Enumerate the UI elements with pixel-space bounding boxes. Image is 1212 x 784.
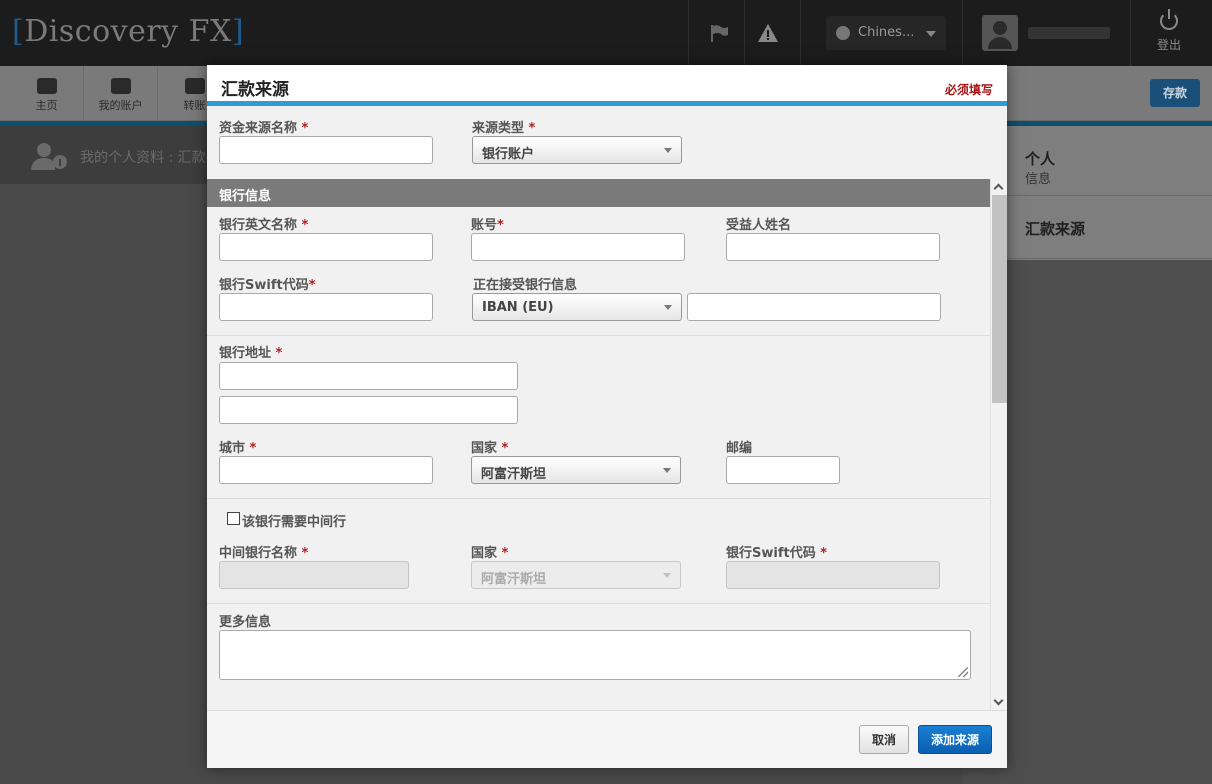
right-panel-personal[interactable]: 个人 信息 bbox=[1007, 136, 1212, 196]
swift-label: 银行Swift代码* bbox=[219, 278, 316, 293]
chevron-down-icon[interactable] bbox=[993, 695, 1004, 706]
bank-info-header: 银行信息 bbox=[207, 179, 990, 207]
intermediary-name-label: 中间银行名称 * bbox=[219, 546, 309, 561]
top-bar: [Discovery FX] Chines... 登出 bbox=[0, 0, 1212, 66]
divider bbox=[744, 0, 745, 66]
divider bbox=[207, 603, 990, 604]
power-icon bbox=[1160, 9, 1178, 30]
profile-bar: 我的个人资料 : 汇款来源 bbox=[0, 126, 234, 184]
city-input[interactable] bbox=[219, 456, 433, 484]
modal-header: 汇款来源 必须填写 bbox=[207, 65, 1007, 106]
cancel-button[interactable]: 取消 bbox=[859, 725, 909, 754]
divider bbox=[1130, 0, 1131, 66]
remittance-source-modal: 汇款来源 必须填写 资金来源名称 * 来源类型 * 银行账户 银行信息 银行英文… bbox=[207, 65, 1007, 768]
divider bbox=[800, 0, 801, 66]
source-section: 资金来源名称 * 来源类型 * 银行账户 bbox=[207, 111, 1007, 179]
receiving-info-select[interactable]: IBAN (EU) bbox=[472, 293, 682, 321]
intermediary-swift-input[interactable] bbox=[726, 561, 940, 589]
beneficiary-label: 受益人姓名 bbox=[726, 218, 792, 233]
intermediary-swift-label: 银行Swift代码 * bbox=[726, 546, 828, 561]
resize-grip-icon[interactable] bbox=[958, 667, 968, 677]
more-info-textarea[interactable] bbox=[219, 630, 971, 680]
bank-info-scroll-area[interactable]: 银行信息 银行英文名称 * 账号* 受益人姓名 银行Swift代码* 正在接受银… bbox=[207, 179, 1007, 710]
chevron-up-icon[interactable] bbox=[993, 183, 1004, 194]
account-number-input[interactable] bbox=[471, 233, 685, 261]
right-panel: 个人 信息 汇款来源 bbox=[1007, 126, 1212, 260]
username bbox=[1028, 27, 1110, 39]
bank-address-line2-input[interactable] bbox=[219, 396, 518, 424]
flag-icon[interactable] bbox=[709, 22, 731, 44]
scrollbar[interactable] bbox=[990, 179, 1007, 710]
add-source-button[interactable]: 添加来源 bbox=[918, 725, 992, 754]
avatar[interactable] bbox=[982, 15, 1018, 51]
intermediary-checkbox-label[interactable]: 该银行需要中间行 bbox=[242, 511, 346, 530]
bank-address-label: 银行地址 * bbox=[219, 346, 283, 361]
chevron-down-icon bbox=[663, 468, 671, 473]
bank-name-input[interactable] bbox=[219, 233, 433, 261]
more-info-label: 更多信息 bbox=[219, 615, 272, 630]
bank-name-label: 银行英文名称 * bbox=[219, 218, 309, 233]
logo: [Discovery FX] bbox=[12, 14, 245, 49]
city-label: 城市 * bbox=[219, 441, 257, 456]
source-type-label: 来源类型 * bbox=[472, 121, 536, 136]
bar-chart-icon bbox=[110, 78, 131, 94]
intermediary-checkbox[interactable] bbox=[227, 512, 240, 525]
country-select[interactable]: 阿富汗斯坦 bbox=[471, 456, 681, 484]
chevron-down-icon bbox=[664, 305, 672, 310]
country-label: 国家 * bbox=[471, 441, 509, 456]
nav-item-home[interactable]: 主页 bbox=[10, 66, 84, 121]
source-type-select[interactable]: 银行账户 bbox=[472, 136, 682, 164]
globe-icon bbox=[836, 26, 850, 40]
right-panel-remittance[interactable]: 汇款来源 bbox=[1007, 197, 1212, 259]
scrollbar-thumb[interactable] bbox=[992, 195, 1007, 403]
account-number-label: 账号* bbox=[471, 218, 504, 233]
warning-icon[interactable] bbox=[757, 22, 779, 44]
intermediary-country-label: 国家 * bbox=[471, 546, 509, 561]
language-select[interactable]: Chines... bbox=[826, 16, 946, 50]
required-note: 必须填写 bbox=[944, 83, 993, 97]
nav-item-accounts[interactable]: 我的账户 bbox=[84, 66, 158, 121]
chevron-down-icon bbox=[664, 148, 672, 153]
postcode-label: 邮编 bbox=[726, 441, 753, 456]
swift-input[interactable] bbox=[219, 293, 433, 321]
receiving-info-input[interactable] bbox=[687, 293, 941, 321]
bank-address-line1-input[interactable] bbox=[219, 362, 518, 390]
beneficiary-input[interactable] bbox=[726, 233, 940, 261]
divider bbox=[688, 0, 689, 66]
chevron-down-icon bbox=[926, 31, 936, 37]
intermediary-name-input[interactable] bbox=[219, 561, 409, 589]
source-name-label: 资金来源名称 * bbox=[219, 121, 309, 136]
receiving-info-label: 正在接受银行信息 bbox=[473, 278, 578, 293]
user-info-icon bbox=[31, 143, 67, 170]
divider bbox=[962, 0, 963, 66]
postcode-input[interactable] bbox=[726, 456, 840, 484]
intermediary-country-select[interactable]: 阿富汗斯坦 bbox=[471, 561, 681, 589]
modal-footer: 取消 添加来源 bbox=[207, 710, 1007, 768]
divider bbox=[207, 335, 990, 336]
transfer-icon bbox=[184, 78, 205, 94]
modal-title: 汇款来源 bbox=[221, 80, 289, 100]
chevron-down-icon bbox=[663, 573, 671, 578]
source-name-input[interactable] bbox=[219, 136, 433, 164]
dashboard-icon bbox=[36, 78, 57, 94]
logout-button[interactable]: 登出 bbox=[1140, 9, 1198, 53]
divider bbox=[207, 498, 990, 499]
deposit-button[interactable]: 存款 bbox=[1150, 79, 1200, 107]
